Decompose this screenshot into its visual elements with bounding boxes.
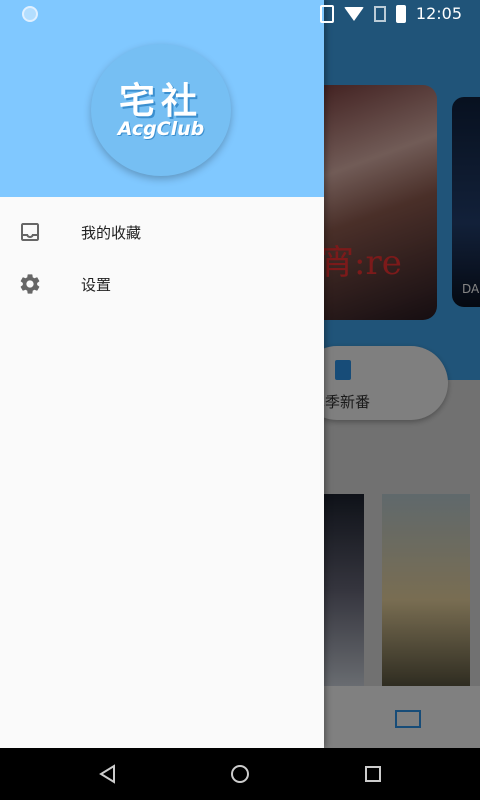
no-sim-icon (373, 5, 386, 22)
recents-icon[interactable] (361, 762, 385, 786)
drawer-header: 宅社 AcgClub (0, 0, 324, 197)
wifi-icon (343, 6, 364, 21)
battery-icon (395, 4, 406, 23)
home-icon[interactable] (228, 762, 252, 786)
logo-title: 宅社 (118, 81, 203, 122)
status-bar: 12:05 (0, 0, 480, 28)
gear-icon (20, 274, 40, 294)
navigation-drawer: 宅社 AcgClub 我的收藏 设置 (0, 0, 324, 748)
menu-item-label: 设置 (81, 275, 112, 294)
menu-item-label: 我的收藏 (81, 223, 142, 242)
status-icons: 12:05 (319, 4, 462, 23)
notification-dot-icon (22, 6, 38, 22)
app-logo: 宅社 AcgClub (91, 44, 231, 176)
menu-item-settings[interactable]: 设置 (0, 259, 324, 309)
status-time: 12:05 (415, 4, 462, 23)
system-nav-bar (0, 748, 480, 800)
vibrate-icon (319, 4, 334, 23)
logo-subtitle: AcgClub (117, 118, 205, 140)
inbox-icon (21, 223, 39, 241)
menu-item-favorites[interactable]: 我的收藏 (0, 207, 324, 257)
back-icon[interactable] (96, 762, 120, 786)
